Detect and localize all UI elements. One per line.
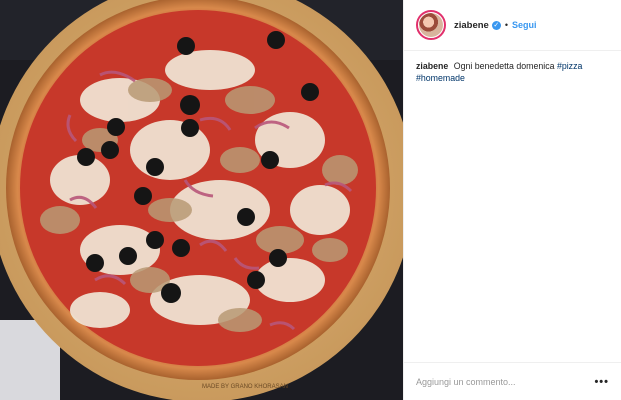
caption-username-link[interactable]: ziabene — [416, 61, 448, 71]
hashtag-link[interactable]: #homemade — [416, 73, 465, 83]
follow-button[interactable]: Segui — [512, 20, 537, 30]
post-image[interactable]: MADE BY GRANO KHORASAN — [0, 0, 403, 400]
post-sidebar: ziabene ✓ • Segui ziabene Ogni benedetta… — [403, 0, 621, 400]
comment-bar: ••• — [404, 362, 621, 400]
separator-dot: • — [504, 20, 509, 30]
verified-badge-icon: ✓ — [491, 20, 501, 30]
caption-text: Ogni benedetta domenica — [453, 61, 555, 71]
pizza-photo: MADE BY GRANO KHORASAN — [0, 0, 403, 400]
username-link[interactable]: ziabene — [454, 20, 489, 31]
comment-input[interactable] — [416, 376, 595, 387]
avatar-image — [419, 13, 443, 37]
board-stamp: MADE BY GRANO KHORASAN — [202, 384, 288, 390]
hashtag-link[interactable]: #pizza — [557, 61, 582, 71]
avatar[interactable] — [416, 10, 446, 40]
post-caption: ziabene Ogni benedetta domenica #pizza #… — [404, 51, 621, 84]
more-options-icon[interactable]: ••• — [594, 376, 609, 388]
post-header: ziabene ✓ • Segui — [404, 0, 621, 51]
